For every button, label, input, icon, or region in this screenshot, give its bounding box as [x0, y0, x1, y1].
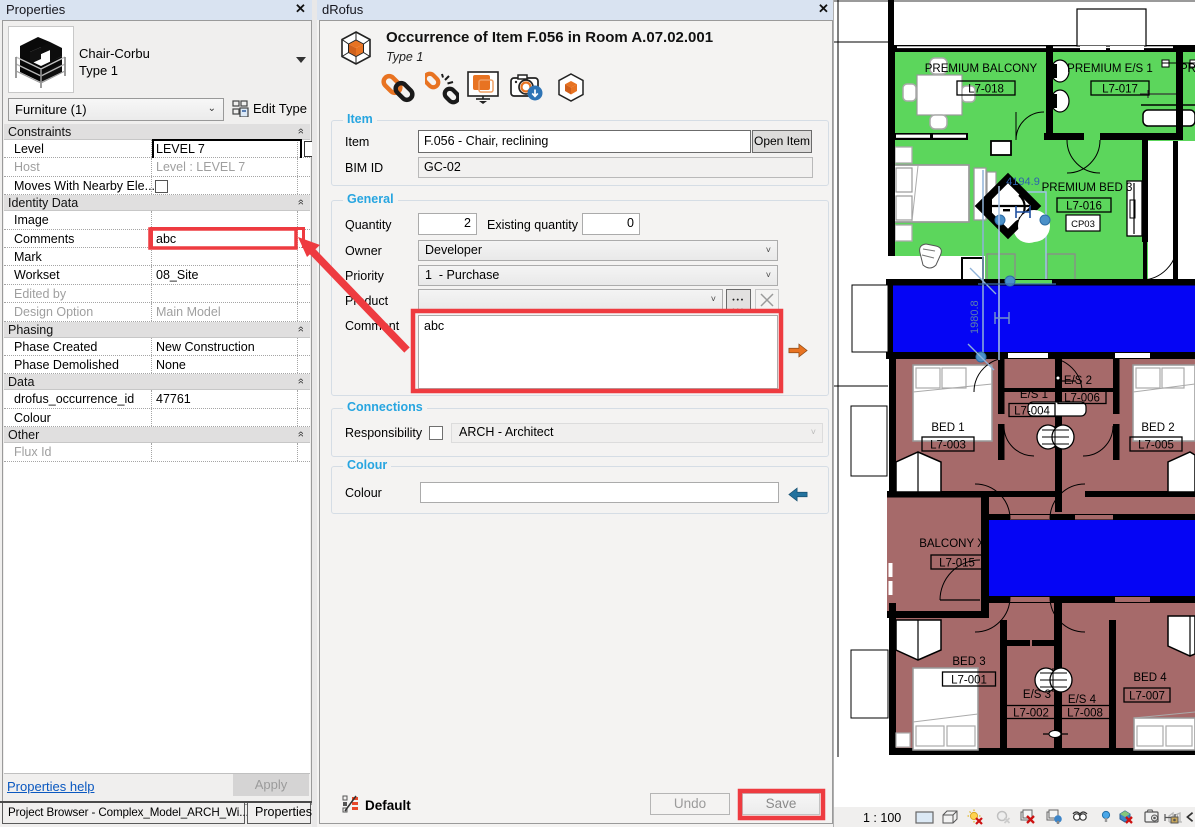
svg-text:1980.8: 1980.8 — [969, 300, 981, 334]
svg-text:L7-018: L7-018 — [968, 84, 1004, 96]
svg-text:L7-017: L7-017 — [1102, 84, 1138, 96]
svg-text:L7-002: L7-002 — [1013, 708, 1049, 720]
svg-text:L7-005: L7-005 — [1138, 440, 1174, 452]
svg-text:L7-015: L7-015 — [939, 558, 975, 570]
svg-text:BALCONY X: BALCONY X — [919, 538, 985, 550]
svg-text:L7-004: L7-004 — [1014, 406, 1050, 418]
svg-text:BED 3: BED 3 — [952, 656, 985, 668]
svg-text:PREMIUM E/S 1: PREMIUM E/S 1 — [1067, 63, 1153, 75]
svg-text:BED 4: BED 4 — [1133, 672, 1167, 684]
svg-text:L7-003: L7-003 — [930, 440, 966, 452]
svg-text:E/S 3: E/S 3 — [1023, 689, 1051, 701]
svg-text:L7-001: L7-001 — [951, 675, 987, 687]
svg-text:E/S 4: E/S 4 — [1068, 694, 1097, 706]
svg-text:PR: PR — [1180, 63, 1195, 75]
svg-text:E/S 1: E/S 1 — [1020, 389, 1048, 401]
svg-text:L7-007: L7-007 — [1129, 691, 1165, 703]
svg-text:PREMIUM BED 3: PREMIUM BED 3 — [1042, 182, 1133, 194]
svg-text:BED 2: BED 2 — [1141, 422, 1174, 434]
svg-text:4194.9: 4194.9 — [1006, 176, 1040, 188]
svg-text:L7-008: L7-008 — [1067, 708, 1103, 720]
svg-text:L7-016: L7-016 — [1066, 201, 1102, 213]
svg-text:PREMIUM BALCONY: PREMIUM BALCONY — [925, 63, 1038, 75]
svg-text:L7-006: L7-006 — [1064, 393, 1100, 405]
svg-text:CP03: CP03 — [1071, 219, 1095, 230]
svg-text:BED 1: BED 1 — [931, 422, 964, 434]
